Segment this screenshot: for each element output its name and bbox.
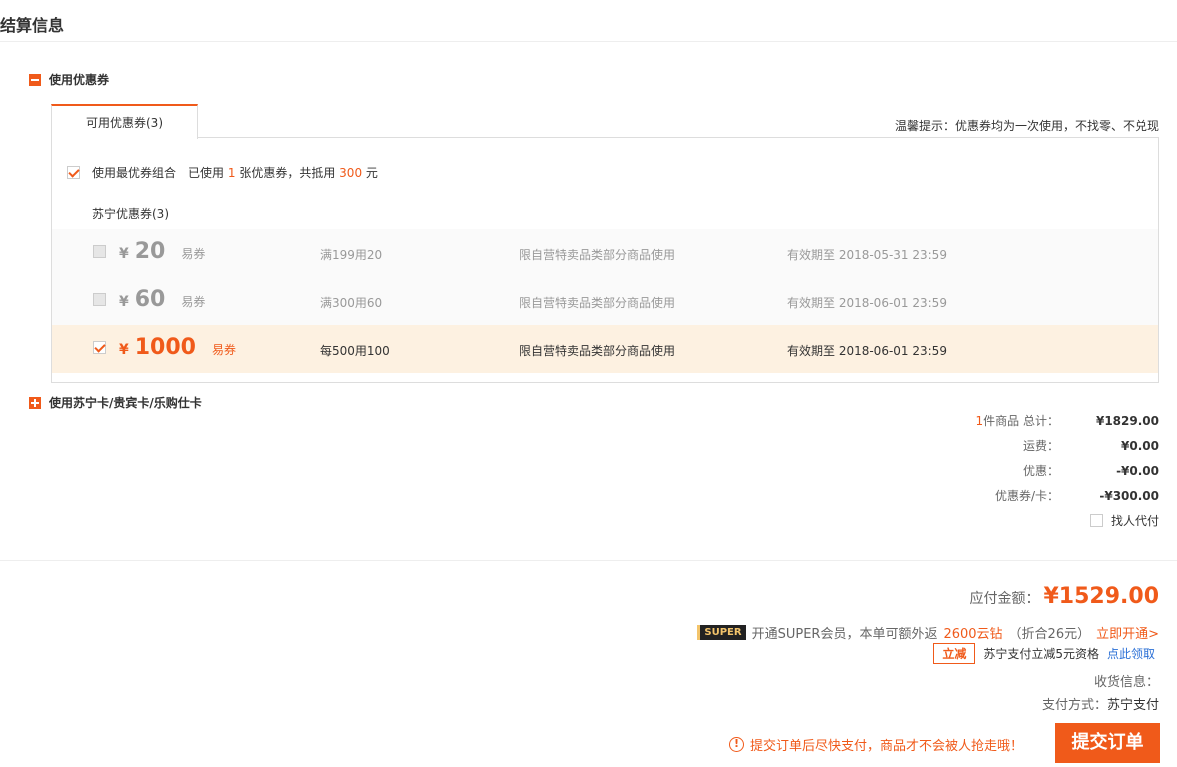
coupon-deduct-amount: -¥300.00 <box>1099 489 1159 503</box>
super-reward: 2600云钻 <box>943 627 1003 642</box>
shipping-label: 运费： <box>1022 439 1059 453</box>
coupon-row: ¥ 20 易券 满199用20 限自营特卖品类部分商品使用 有效期至 2018-… <box>52 229 1158 277</box>
coupon-scope: 限自营特卖品类部分商品使用 <box>519 344 676 358</box>
order-summary: 1件商品 总计： ¥1829.00 运费： ¥0.00 优惠： -¥0.00 优… <box>919 412 1159 512</box>
coupon-deduct-label: 优惠券/卡： <box>994 489 1059 503</box>
payable-amount: ¥1529.00 <box>1043 584 1159 609</box>
page-title: 结算信息 <box>0 16 65 35</box>
tab-available-coupons[interactable]: 可用优惠券(3) <box>51 104 198 139</box>
payable-label: 应付金额： <box>969 591 1040 607</box>
warning-text: 提交订单后尽快支付，商品才不会被人抢走哦！ <box>750 739 1024 754</box>
coupon-section-toggle[interactable]: 使用优惠券 <box>29 71 109 88</box>
coupon-row-selected[interactable]: ¥ 1000 易券 每500用100 限自营特卖品类部分商品使用 有效期至 20… <box>52 325 1158 373</box>
payment-method-value: 苏宁支付 <box>1106 698 1159 713</box>
coupon-amount: ¥ 1000 易券 <box>119 335 236 360</box>
best-combo-summary: 已使用 1 张优惠券，共抵用 300 元 <box>188 166 378 180</box>
section-divider <box>0 560 1177 561</box>
discount-label: 优惠： <box>1022 464 1059 478</box>
card-section-title: 使用苏宁卡/贵宾卡/乐购仕卡 <box>49 396 202 410</box>
coupon-expire: 有效期至 2018-06-01 23:59 <box>787 296 947 310</box>
coupon-row: ¥ 60 易券 满300用60 限自营特卖品类部分商品使用 有效期至 2018-… <box>52 277 1158 325</box>
coupon-amount: ¥ 60 易券 <box>119 287 206 312</box>
coupon-scope: 限自营特卖品类部分商品使用 <box>519 248 676 262</box>
expand-icon <box>29 396 41 409</box>
payment-method-label: 支付方式： <box>1041 698 1107 713</box>
title-divider <box>0 41 1177 42</box>
coupon-checkbox <box>93 245 106 258</box>
super-equiv: （折合26元） <box>1008 627 1091 642</box>
coupon-rule: 满199用20 <box>320 248 383 262</box>
coupon-expire: 有效期至 2018-05-31 23:59 <box>787 248 947 262</box>
submit-warning: ! 提交订单后尽快支付，商品才不会被人抢走哦！ <box>729 735 1023 754</box>
coupon-scope: 限自营特卖品类部分商品使用 <box>519 296 676 310</box>
collapse-icon <box>29 73 41 86</box>
summary-coupon-row: 优惠券/卡： -¥300.00 <box>919 487 1159 512</box>
payment-method: 支付方式：苏宁支付 <box>1042 694 1159 713</box>
best-combo-checkbox[interactable] <box>67 166 80 179</box>
coupon-expire: 有效期至 2018-06-01 23:59 <box>787 344 947 358</box>
summary-shipping-row: 运费： ¥0.00 <box>919 437 1159 462</box>
summary-discount-row: 优惠： -¥0.00 <box>919 462 1159 487</box>
shipping-amount: ¥0.00 <box>1121 439 1159 453</box>
super-badge: SUPER <box>697 625 746 640</box>
proxy-pay-option[interactable]: 找人代付 <box>1089 512 1159 529</box>
coupon-checkbox <box>93 293 106 306</box>
coupon-rule: 每500用100 <box>320 344 390 358</box>
submit-order-button[interactable]: 提交订单 <box>1055 723 1160 763</box>
items-label: 件商品 总计： <box>983 414 1059 428</box>
claim-link[interactable]: 点此领取 <box>1107 645 1155 662</box>
instant-discount-badge: 立减 <box>933 643 976 664</box>
coupon-amount: ¥ 20 易券 <box>119 239 206 264</box>
super-text: 开通SUPER会员，本单可额外返 <box>751 627 938 642</box>
items-total: ¥1829.00 <box>1095 414 1159 428</box>
payable-total: 应付金额： ¥1529.00 <box>969 584 1159 609</box>
coupon-rule: 满300用60 <box>320 296 383 310</box>
super-open-link[interactable]: 立即开通> <box>1096 623 1159 642</box>
proxy-pay-checkbox[interactable] <box>1089 514 1103 527</box>
instant-discount-text: 苏宁支付立减5元资格 <box>983 647 1099 661</box>
exclamation-icon: ! <box>729 737 744 752</box>
discount-amount: -¥0.00 <box>1116 464 1159 478</box>
instant-discount-promo: 立减 苏宁支付立减5元资格 点此领取 <box>933 643 1155 664</box>
card-section-toggle[interactable]: 使用苏宁卡/贵宾卡/乐购仕卡 <box>29 394 202 411</box>
proxy-pay-label: 找人代付 <box>1110 514 1159 528</box>
super-promo: SUPER 开通SUPER会员，本单可额外返 2600云钻 （折合26元） 立即… <box>697 623 1159 642</box>
coupon-section-title: 使用优惠券 <box>49 73 110 87</box>
coupon-checkbox[interactable] <box>93 341 106 354</box>
best-combo-row[interactable]: 使用最优券组合 已使用 1 张优惠券，共抵用 300 元 <box>67 164 378 181</box>
receive-info: 收货信息： <box>1093 675 1159 690</box>
coupon-tip: 温馨提示：优惠券均为一次使用，不找零、不兑现 <box>894 119 1159 133</box>
coupon-group-label: 苏宁优惠券(3) <box>92 207 169 221</box>
summary-items-row: 1件商品 总计： ¥1829.00 <box>919 412 1159 437</box>
best-combo-label: 使用最优券组合 <box>92 166 177 180</box>
